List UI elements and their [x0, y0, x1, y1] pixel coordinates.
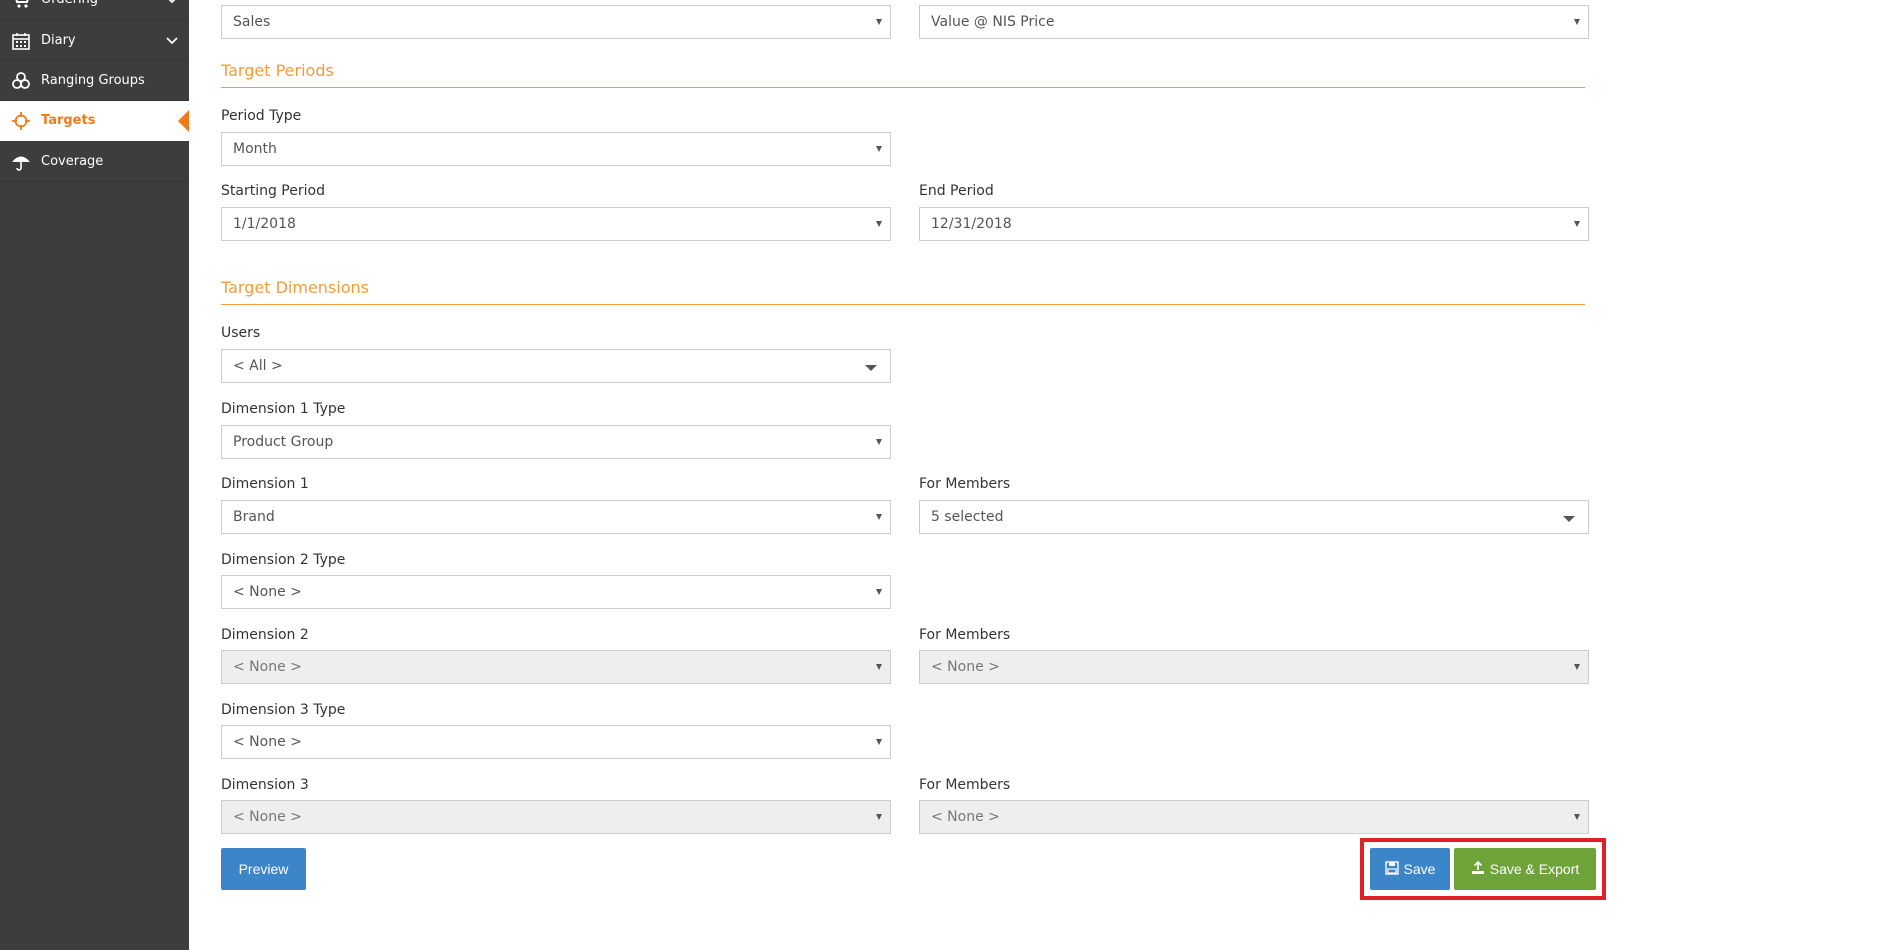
dropdown-arrow-icon [865, 365, 877, 371]
dimension-3-label: Dimension 3 [221, 777, 309, 793]
dimension-2-members-label: For Members [919, 627, 1011, 643]
calendar-icon [11, 32, 31, 50]
dimension-2-value: < None > [233, 659, 302, 675]
dropdown-arrow-icon [1574, 19, 1580, 25]
end-period-label: End Period [919, 183, 994, 199]
sidebar-item-diary[interactable]: Diary [0, 21, 189, 61]
dimension-3-type-select[interactable]: < None > [221, 725, 891, 759]
starting-period-label: Starting Period [221, 183, 325, 199]
dropdown-arrow-icon [1563, 516, 1575, 522]
period-type-select-value: Month [233, 141, 277, 157]
dimension-3-value: < None > [233, 809, 302, 825]
chevron-down-icon [166, 35, 178, 47]
dimension-2-type-label: Dimension 2 Type [221, 552, 346, 568]
dropdown-arrow-icon [876, 146, 882, 152]
sidebar-item-label: Coverage [41, 154, 104, 169]
sidebar-item-targets[interactable]: Targets [0, 101, 189, 141]
dimension-3-type-value: < None > [233, 734, 302, 750]
section-title-target-periods: Target Periods [221, 61, 1585, 88]
period-type-label: Period Type [221, 108, 302, 124]
dimension-1-members-label: For Members [919, 476, 1011, 492]
boxes-icon [11, 72, 31, 90]
preview-button[interactable]: Preview [221, 848, 306, 890]
dropdown-arrow-icon [1574, 221, 1580, 227]
dimension-1-type-label: Dimension 1 Type [221, 401, 346, 417]
starting-period-select-value: 1/1/2018 [233, 216, 296, 232]
users-label: Users [221, 325, 261, 341]
save-button-label: Save [1403, 861, 1436, 877]
dropdown-arrow-icon [876, 739, 882, 745]
sidebar-item-label: Ranging Groups [41, 73, 145, 88]
dropdown-arrow-icon [876, 589, 882, 595]
dimension-1-label: Dimension 1 [221, 476, 309, 492]
cart-icon [11, 0, 31, 9]
dropdown-arrow-icon [876, 19, 882, 25]
dimension-2-type-select[interactable]: < None > [221, 575, 891, 609]
dropdown-arrow-icon [876, 514, 882, 520]
umbrella-icon [11, 153, 31, 171]
dimension-3-members-select: < None > [919, 800, 1589, 834]
users-select[interactable]: < All > [221, 349, 891, 383]
dropdown-arrow-icon [1574, 814, 1580, 820]
sidebar-item-label: Targets [41, 113, 96, 128]
dimension-2-select: < None > [221, 650, 891, 684]
dropdown-arrow-icon [876, 439, 882, 445]
save-export-button[interactable]: Save & Export [1454, 848, 1596, 890]
dimension-2-type-value: < None > [233, 584, 302, 600]
dimension-1-select[interactable]: Brand [221, 500, 891, 534]
dimension-1-value: Brand [233, 509, 275, 525]
crosshair-icon [11, 112, 31, 130]
dropdown-arrow-icon [1574, 664, 1580, 670]
section-title-target-dimensions: Target Dimensions [221, 278, 1585, 305]
sidebar: Ordering Diary Ranging Groups Targ [0, 0, 189, 950]
dimension-2-members-select: < None > [919, 650, 1589, 684]
save-export-button-label: Save & Export [1489, 861, 1580, 877]
measure-select[interactable]: Sales [221, 5, 891, 39]
dropdown-arrow-icon [876, 814, 882, 820]
dimension-3-members-label: For Members [919, 777, 1011, 793]
sidebar-item-label: Diary [41, 33, 76, 48]
sidebar-item-label: Ordering [41, 0, 98, 20]
export-icon [1471, 860, 1485, 878]
dropdown-arrow-icon [876, 221, 882, 227]
dimension-1-members-value: 5 selected [931, 509, 1004, 525]
dimension-1-type-select[interactable]: Product Group [221, 425, 891, 459]
end-period-select[interactable]: 12/31/2018 [919, 207, 1589, 241]
sidebar-item-ordering[interactable]: Ordering [0, 0, 189, 20]
page: Ordering Diary Ranging Groups Targ [0, 0, 1898, 950]
value-type-select-value: Value @ NIS Price [931, 14, 1055, 30]
dimension-3-type-label: Dimension 3 Type [221, 702, 346, 718]
measure-select-value: Sales [233, 14, 271, 30]
chevron-down-icon [166, 0, 178, 6]
dimension-3-members-value: < None > [931, 809, 1000, 825]
dimension-3-select: < None > [221, 800, 891, 834]
end-period-select-value: 12/31/2018 [931, 216, 1012, 232]
save-button[interactable]: Save [1370, 848, 1450, 890]
sidebar-item-coverage[interactable]: Coverage [0, 142, 189, 182]
starting-period-select[interactable]: 1/1/2018 [221, 207, 891, 241]
period-type-select[interactable]: Month [221, 132, 891, 166]
users-select-value: < All > [233, 358, 283, 374]
dimension-2-label: Dimension 2 [221, 627, 309, 643]
dropdown-arrow-icon [876, 664, 882, 670]
dimension-1-type-value: Product Group [233, 434, 334, 450]
dimension-2-members-value: < None > [931, 659, 1000, 675]
floppy-disk-icon [1384, 860, 1399, 878]
preview-button-label: Preview [238, 861, 289, 877]
dimension-1-members-select[interactable]: 5 selected [919, 500, 1589, 534]
active-indicator [178, 110, 189, 132]
value-type-select[interactable]: Value @ NIS Price [919, 5, 1589, 39]
sidebar-item-ranging-groups[interactable]: Ranging Groups [0, 61, 189, 101]
